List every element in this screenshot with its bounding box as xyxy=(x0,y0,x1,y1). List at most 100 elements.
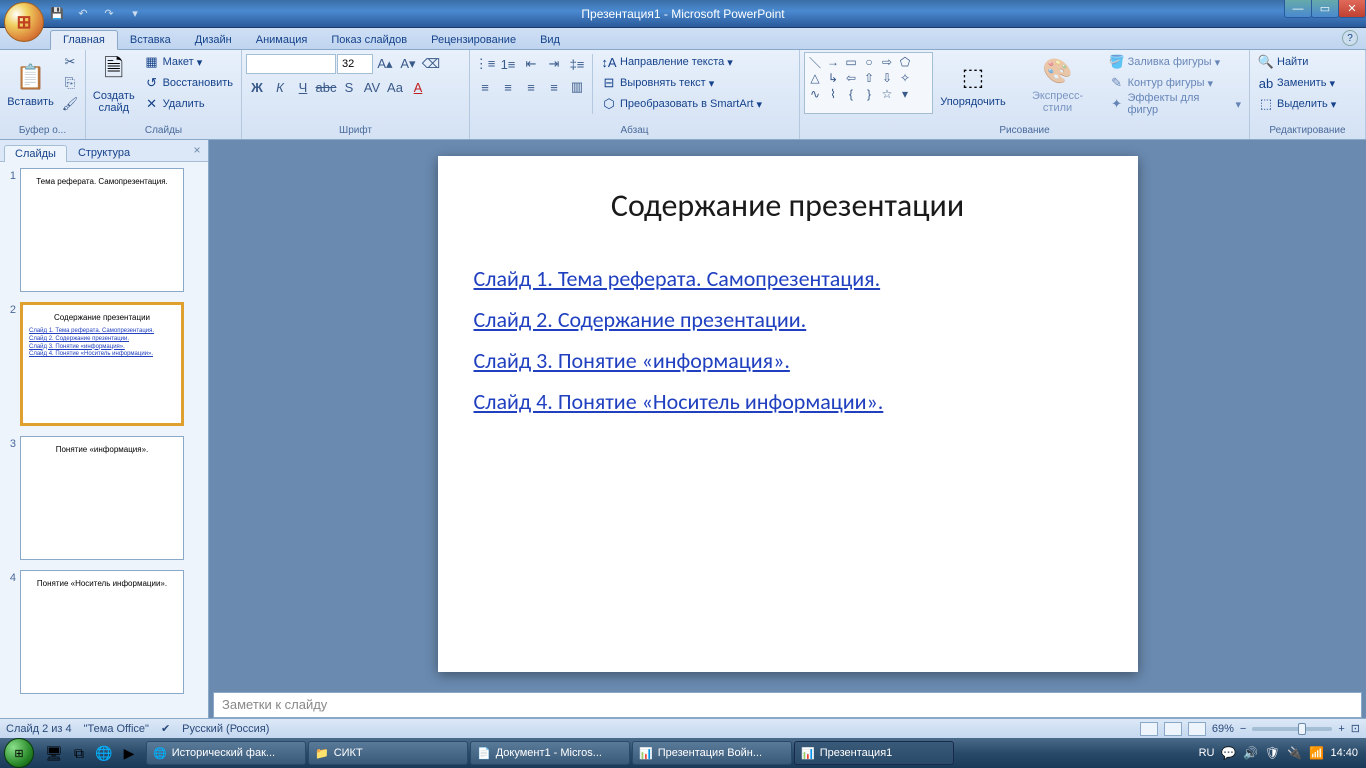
arrange-button[interactable]: ⬚ Упорядочить xyxy=(935,52,1010,118)
ql-player[interactable]: ▶ xyxy=(117,740,141,766)
zoom-in-button[interactable]: + xyxy=(1338,723,1344,735)
shape-rect[interactable]: ▭ xyxy=(843,55,859,69)
tab-slides[interactable]: Слайды xyxy=(4,145,67,162)
find-button[interactable]: 🔍Найти xyxy=(1254,52,1340,72)
tray-icon[interactable]: 🔌 xyxy=(1286,745,1302,761)
tray-lang[interactable]: RU xyxy=(1199,747,1215,759)
zoom-level[interactable]: 69% xyxy=(1212,723,1234,735)
qat-more-icon[interactable]: ▾ xyxy=(124,3,146,25)
save-icon[interactable]: 💾 xyxy=(46,3,68,25)
slide-title[interactable]: Содержание презентации xyxy=(474,186,1102,225)
slide-hyperlink[interactable]: Слайд 1. Тема реферата. Самопрезентация. xyxy=(474,265,1102,292)
ql-desktop[interactable]: 🖥 xyxy=(42,740,66,766)
align-left-button[interactable]: ≡ xyxy=(474,77,496,97)
reset-button[interactable]: ↺Восстановить xyxy=(140,73,237,93)
slide-thumbnail[interactable]: Тема реферата. Самопрезентация. xyxy=(20,168,184,292)
taskbar-item[interactable]: 📊Презентация1 xyxy=(794,741,954,765)
smartart-button[interactable]: ⬡Преобразовать в SmartArt ▾ xyxy=(597,94,766,114)
ql-ie[interactable]: 🌐 xyxy=(92,740,116,766)
shape-effects-button[interactable]: ✦Эффекты для фигур ▾ xyxy=(1105,94,1245,114)
replace-button[interactable]: abЗаменить ▾ xyxy=(1254,73,1340,93)
shape-expand[interactable]: ▾ xyxy=(897,87,913,101)
font-family-input[interactable] xyxy=(246,54,336,74)
taskbar-item[interactable]: 🌐Исторический фак... xyxy=(146,741,306,765)
tab-insert[interactable]: Вставка xyxy=(118,31,183,49)
new-slide-button[interactable]: 🗎 Создать слайд xyxy=(90,52,138,118)
clear-format-button[interactable]: ⌫ xyxy=(420,54,442,74)
select-button[interactable]: ⬚Выделить ▾ xyxy=(1254,94,1340,114)
grow-font-button[interactable]: A▴ xyxy=(374,54,396,74)
slide-area[interactable]: Содержание презентации Слайд 1. Тема реф… xyxy=(209,140,1366,688)
tray-icon[interactable]: 🔊 xyxy=(1242,745,1258,761)
shape-connector[interactable]: ↳ xyxy=(825,71,841,85)
numbering-button[interactable]: 1≡ xyxy=(497,54,519,74)
bold-button[interactable]: Ж xyxy=(246,77,268,97)
shape-brace[interactable]: { xyxy=(843,87,859,101)
shape-more[interactable]: ⬠ xyxy=(897,55,913,69)
slide-body[interactable]: Слайд 1. Тема реферата. Самопрезентация.… xyxy=(474,265,1102,415)
slide-thumbnail[interactable]: Понятие «Носитель информации». xyxy=(20,570,184,694)
text-direction-button[interactable]: ↕AНаправление текста ▾ xyxy=(597,52,766,72)
tab-outline[interactable]: Структура xyxy=(67,144,141,161)
close-button[interactable]: ✕ xyxy=(1338,0,1366,18)
columns-button[interactable]: ▥ xyxy=(566,77,588,97)
slide-canvas[interactable]: Содержание презентации Слайд 1. Тема реф… xyxy=(438,156,1138,672)
justify-button[interactable]: ≡ xyxy=(543,77,565,97)
shadow-button[interactable]: S xyxy=(338,77,360,97)
taskbar-item[interactable]: 📁СИКТ xyxy=(308,741,468,765)
shape-arrow[interactable]: → xyxy=(825,55,841,69)
maximize-button[interactable]: ▭ xyxy=(1311,0,1339,18)
slide-hyperlink[interactable]: Слайд 4. Понятие «Носитель информации». xyxy=(474,388,1102,415)
italic-button[interactable]: К xyxy=(269,77,291,97)
sorter-view-button[interactable] xyxy=(1164,722,1182,736)
shape-callout[interactable]: ☆ xyxy=(879,87,895,101)
shapes-gallery[interactable]: ＼ → ▭ ○ ⇨ ⬠ △ ↳ ⇦ ⇧ ⇩ ✧ ∿ ⌇ { } ☆ ▾ xyxy=(804,52,933,114)
shape-arrow2[interactable]: ⇦ xyxy=(843,71,859,85)
tab-review[interactable]: Рецензирование xyxy=(419,31,528,49)
notes-area[interactable]: Заметки к слайду xyxy=(213,692,1362,718)
shape-star[interactable]: ✧ xyxy=(897,71,913,85)
char-spacing-button[interactable]: AV xyxy=(361,77,383,97)
tab-view[interactable]: Вид xyxy=(528,31,572,49)
tab-home[interactable]: Главная xyxy=(50,30,118,50)
minimize-button[interactable]: — xyxy=(1284,0,1312,18)
zoom-out-button[interactable]: − xyxy=(1240,723,1246,735)
spellcheck-icon[interactable]: ✔ xyxy=(161,722,170,735)
align-center-button[interactable]: ≡ xyxy=(497,77,519,97)
shape-ellipse[interactable]: ○ xyxy=(861,55,877,69)
status-lang[interactable]: Русский (Россия) xyxy=(182,723,269,735)
slide-thumbnail[interactable]: Понятие «информация». xyxy=(20,436,184,560)
taskbar-item[interactable]: 📄Документ1 - Micros... xyxy=(470,741,630,765)
zoom-thumb[interactable] xyxy=(1298,723,1306,735)
cut-button[interactable]: ✂ xyxy=(59,52,81,72)
slide-thumbnail[interactable]: Содержание презентацииСлайд 1. Тема рефе… xyxy=(20,302,184,426)
ql-switch[interactable]: ⧉ xyxy=(67,740,91,766)
normal-view-button[interactable] xyxy=(1140,722,1158,736)
paste-button[interactable]: 📋 Вставить xyxy=(4,52,57,118)
delete-button[interactable]: ✕Удалить xyxy=(140,94,237,114)
shrink-font-button[interactable]: A▾ xyxy=(397,54,419,74)
start-button[interactable]: ⊞ xyxy=(0,738,38,768)
tray-clock[interactable]: 14:40 xyxy=(1330,747,1358,759)
quick-styles-button[interactable]: 🎨 Экспресс-стили xyxy=(1013,52,1103,118)
align-text-button[interactable]: ⊟Выровнять текст ▾ xyxy=(597,73,766,93)
shape-line[interactable]: ＼ xyxy=(807,55,823,69)
bullets-button[interactable]: ⋮≡ xyxy=(474,54,496,74)
line-spacing-button[interactable]: ‡≡ xyxy=(566,54,588,74)
tab-animation[interactable]: Анимация xyxy=(244,31,320,49)
help-button[interactable]: ? xyxy=(1342,30,1358,46)
shape-tri[interactable]: △ xyxy=(807,71,823,85)
inc-indent-button[interactable]: ⇥ xyxy=(543,54,565,74)
slide-hyperlink[interactable]: Слайд 2. Содержание презентации. xyxy=(474,306,1102,333)
shape-fill-button[interactable]: 🪣Заливка фигуры ▾ xyxy=(1105,52,1245,72)
shape-arrow3[interactable]: ⇧ xyxy=(861,71,877,85)
panel-close-icon[interactable]: × xyxy=(190,143,204,157)
tab-slideshow[interactable]: Показ слайдов xyxy=(319,31,419,49)
undo-icon[interactable]: ↶ xyxy=(72,3,94,25)
tab-design[interactable]: Дизайн xyxy=(183,31,244,49)
shape-freeform[interactable]: ⌇ xyxy=(825,87,841,101)
layout-button[interactable]: ▦Макет ▾ xyxy=(140,52,237,72)
shape-more[interactable]: ⇨ xyxy=(879,55,895,69)
tray-icon[interactable]: 📶 xyxy=(1308,745,1324,761)
underline-button[interactable]: Ч xyxy=(292,77,314,97)
